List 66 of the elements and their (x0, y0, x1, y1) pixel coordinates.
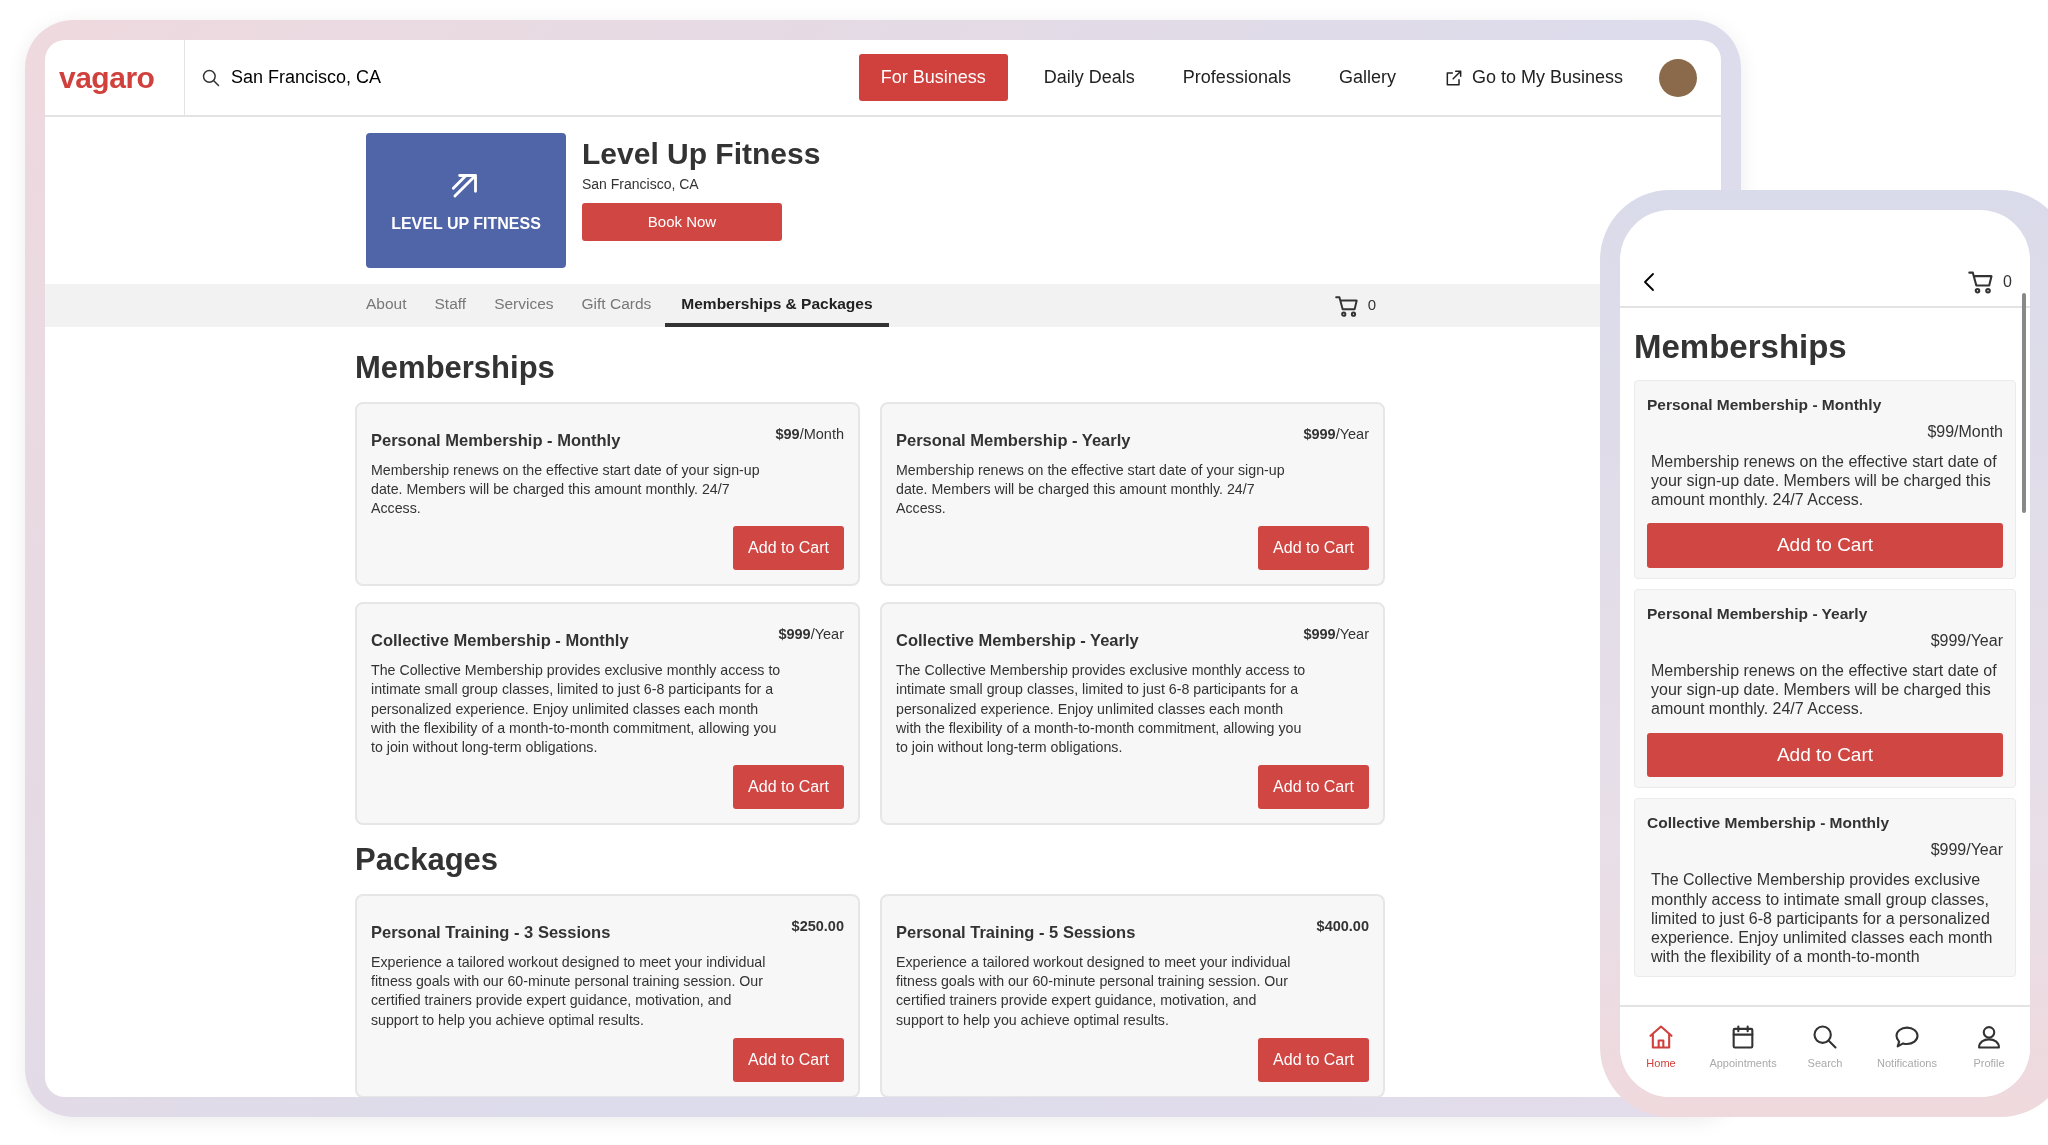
item-description: The Collective Membership provides exclusive monthly access to intimate small group classes, limited to just 6-8 participants for a personalized experience. Enjoy unlimited classes each month with the flexibility of a month-to-month commitment, allowing you to join without long-term obligations. (896, 661, 1306, 757)
item-title: Collective Membership - Yearly (896, 630, 1139, 652)
item-description: Experience a tailored workout designed to meet your individual fitness goals with our 60-minute personal training session. Our certified trainers provide expert guidance, motivation, and support to help you achieve optimal results. (371, 953, 767, 1030)
tab[interactable]: About (352, 284, 421, 327)
tab[interactable]: Staff (420, 284, 481, 327)
page-title: Memberships (1634, 327, 1848, 367)
add-to-cart-button[interactable]: Add to Cart (1258, 526, 1369, 571)
tab[interactable]: Services (480, 284, 568, 327)
logo[interactable]: vagaro (59, 55, 155, 100)
person-icon (1975, 1023, 2003, 1051)
price: $999/Year (1303, 625, 1369, 645)
tab-bar-item[interactable]: Appointments (1711, 1015, 1775, 1072)
section-heading: Packages (355, 841, 500, 879)
tab-bar-item[interactable]: Profile (1957, 1015, 2021, 1072)
avatar[interactable] (1659, 58, 1697, 97)
add-to-cart-button[interactable]: Add to Cart (1647, 523, 2003, 568)
item-description: The Collective Membership provides exclusive monthly access to intimate small group classes, limited to just 6-8 participants for a personalized experience. Enjoy unlimited classes each month with the flexibility of a month-to-month (1651, 870, 1994, 967)
add-to-cart-button[interactable]: Add to Cart (1258, 765, 1369, 810)
item-title: Collective Membership - Monthly (1647, 813, 1890, 834)
item-title: Personal Membership - Monthly (1647, 394, 1883, 415)
item-description: The Collective Membership provides exclusive monthly access to intimate small group classes, limited to just 6-8 participants for a personalized experience. Enjoy unlimited classes each month with the flexibility of a month-to-month commitment, allowing you to join without long-term obligations. (371, 661, 781, 757)
item-title: Personal Training - 3 Sessions (371, 922, 611, 944)
item-description: Membership renews on the effective start date of your sign-up date. Members will be charged this amount monthly. 24/7 Access. (896, 460, 1286, 519)
tab[interactable]: Memberships & Packages (665, 284, 889, 327)
business-location: San Francisco, CA (582, 175, 700, 194)
price: $250.00 (791, 917, 844, 937)
price: $400.00 (1316, 917, 1369, 937)
add-to-cart-button[interactable]: Add to Cart (733, 765, 844, 810)
nav-link[interactable]: Professionals (1162, 56, 1311, 99)
item-title: Personal Membership - Monthly (371, 430, 621, 452)
add-to-cart-button[interactable]: Add to Cart (733, 526, 844, 571)
price: $999/Year (1929, 840, 2003, 861)
item-title: Collective Membership - Monthly (371, 630, 629, 652)
book-now-button[interactable]: Book Now (582, 203, 782, 241)
price: $999/Year (1929, 631, 2003, 652)
price: $999/Year (778, 625, 844, 645)
item-description: Membership renews on the effective start date of your sign-up date. Members will be charged this amount monthly. 24/7 Access. (1651, 451, 1998, 510)
item-title: Personal Membership - Yearly (896, 430, 1131, 452)
add-to-cart-button[interactable]: Add to Cart (1647, 732, 2003, 778)
item-title: Personal Training - 5 Sessions (896, 922, 1136, 944)
search-field[interactable]: San Francisco, CA (229, 63, 489, 92)
item-description: Membership renews on the effective start date of your sign-up date. Members will be charged this amount monthly. 24/7 Access. (371, 460, 761, 519)
tab-bar-item[interactable]: Search (1793, 1015, 1857, 1072)
search-icon (1811, 1023, 1839, 1051)
add-to-cart-button[interactable]: Add to Cart (1258, 1037, 1369, 1082)
nav-button[interactable]: For Business (858, 54, 1008, 101)
price: $99/Month (1926, 421, 2003, 442)
business-name: Level Up Fitness (582, 137, 821, 170)
nav-link[interactable]: Gallery (1318, 56, 1416, 99)
nav-link[interactable]: Go to My Business (1423, 56, 1643, 99)
nav-link[interactable]: Daily Deals (1023, 56, 1155, 99)
item-description: Membership renews on the effective start date of your sign-up date. Members will be charged this amount monthly. 24/7 Access. (1651, 661, 1998, 719)
cart-count: 0 (2003, 272, 2012, 292)
price: $999/Year (1303, 425, 1369, 445)
add-to-cart-button[interactable]: Add to Cart (733, 1037, 844, 1082)
item-title: Personal Membership - Yearly (1647, 603, 1869, 624)
cart-count: 0 (1367, 295, 1376, 316)
tab[interactable]: Gift Cards (567, 284, 666, 327)
section-heading: Memberships (355, 349, 556, 387)
item-description: Experience a tailored workout designed to meet your individual fitness goals with our 60-minute personal training session. Our certified trainers provide expert guidance, motivation, and support to help you achieve optimal results. (896, 953, 1292, 1030)
price: $99/Month (775, 425, 844, 445)
tab-bar-item[interactable]: Home (1629, 1015, 1693, 1072)
logo-text: LEVEL UP FITNESS (391, 213, 541, 234)
tab-bar-item[interactable]: Notifications (1875, 1015, 1939, 1072)
home-icon (1647, 1023, 1675, 1051)
search-icon (201, 67, 221, 88)
